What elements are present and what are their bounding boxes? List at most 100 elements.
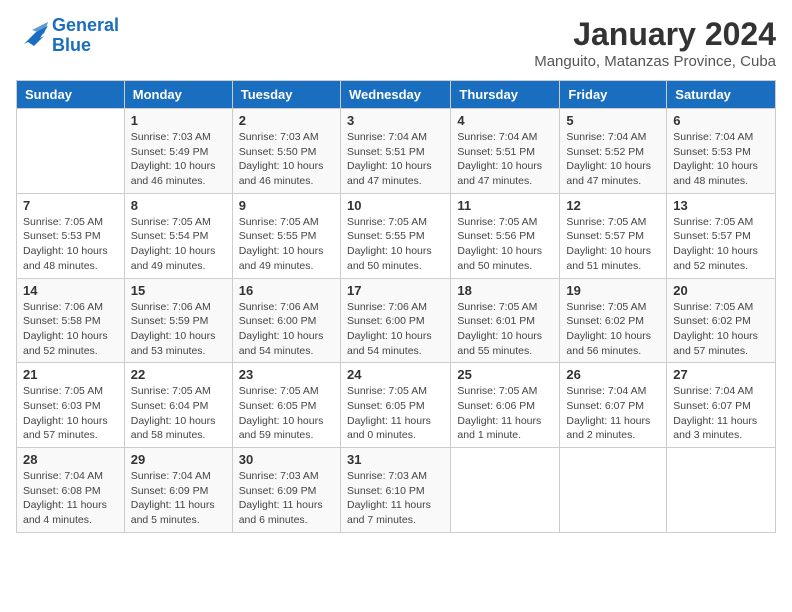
day-info: Sunrise: 7:05 AMSunset: 6:05 PMDaylight:… (347, 384, 444, 443)
calendar-cell: 25 Sunrise: 7:05 AMSunset: 6:06 PMDayligh… (451, 363, 560, 448)
day-number: 28 (23, 452, 118, 467)
page-title: January 2024 (534, 16, 776, 53)
day-of-week-header: Saturday (667, 81, 776, 109)
calendar-cell: 6 Sunrise: 7:04 AMSunset: 5:53 PMDaylight… (667, 109, 776, 194)
day-number: 12 (566, 198, 660, 213)
day-number: 24 (347, 367, 444, 382)
calendar-cell: 7Sunrise: 7:05 AMSunset: 5:53 PMDaylight… (17, 193, 125, 278)
calendar-cell: 9Sunrise: 7:05 AMSunset: 5:55 PMDaylight… (232, 193, 340, 278)
logo-icon (16, 22, 48, 50)
day-number: 18 (457, 283, 553, 298)
page-subtitle: Manguito, Matanzas Province, Cuba (534, 53, 776, 70)
day-info: Sunrise: 7:03 AMSunset: 6:09 PMDaylight:… (239, 469, 334, 528)
calendar-cell: 5Sunrise: 7:04 AMSunset: 5:52 PMDaylight… (560, 109, 667, 194)
day-number: 25 (457, 367, 553, 382)
day-of-week-header: Friday (560, 81, 667, 109)
calendar-cell: 26 Sunrise: 7:04 AMSunset: 6:07 PMDayligh… (560, 363, 667, 448)
day-info: Sunrise: 7:05 AMSunset: 6:02 PMDaylight:… (566, 300, 660, 359)
day-info: Sunrise: 7:06 AMSunset: 6:00 PMDaylight:… (347, 300, 444, 359)
day-number: 23 (239, 367, 334, 382)
day-number: 22 (131, 367, 226, 382)
calendar-cell: 15 Sunrise: 7:06 AMSunset: 5:59 PMDayligh… (124, 278, 232, 363)
calendar-cell: 14 Sunrise: 7:06 AMSunset: 5:58 PMDayligh… (17, 278, 125, 363)
day-number: 8 (131, 198, 226, 213)
calendar-cell: 2 Sunrise: 7:03 AMSunset: 5:50 PMDaylight… (232, 109, 340, 194)
calendar-cell: 10 Sunrise: 7:05 AMSunset: 5:55 PMDayligh… (340, 193, 450, 278)
day-number: 19 (566, 283, 660, 298)
day-info: Sunrise: 7:05 AMSunset: 5:56 PMDaylight:… (457, 215, 553, 274)
day-info: Sunrise: 7:04 AMSunset: 5:51 PMDaylight:… (347, 130, 444, 189)
day-info: Sunrise: 7:04 AMSunset: 5:51 PMDaylight:… (457, 130, 553, 189)
day-number: 11 (457, 198, 553, 213)
day-of-week-header: Monday (124, 81, 232, 109)
calendar-header-row: SundayMondayTuesdayWednesdayThursdayFrid… (17, 81, 776, 109)
calendar-cell: 27 Sunrise: 7:04 AMSunset: 6:07 PMDayligh… (667, 363, 776, 448)
day-info: Sunrise: 7:05 AMSunset: 6:06 PMDaylight:… (457, 384, 553, 443)
calendar-cell: 29 Sunrise: 7:04 AMSunset: 6:09 PMDayligh… (124, 448, 232, 533)
day-info: Sunrise: 7:03 AMSunset: 5:49 PMDaylight:… (131, 130, 226, 189)
calendar-cell: 19 Sunrise: 7:05 AMSunset: 6:02 PMDayligh… (560, 278, 667, 363)
day-info: Sunrise: 7:06 AMSunset: 6:00 PMDaylight:… (239, 300, 334, 359)
day-info: Sunrise: 7:06 AMSunset: 5:58 PMDaylight:… (23, 300, 118, 359)
day-info: Sunrise: 7:05 AMSunset: 5:57 PMDaylight:… (566, 215, 660, 274)
calendar-cell: 3 Sunrise: 7:04 AMSunset: 5:51 PMDaylight… (340, 109, 450, 194)
day-info: Sunrise: 7:03 AMSunset: 6:10 PMDaylight:… (347, 469, 444, 528)
day-info: Sunrise: 7:05 AMSunset: 6:04 PMDaylight:… (131, 384, 226, 443)
calendar-cell: 21 Sunrise: 7:05 AMSunset: 6:03 PMDayligh… (17, 363, 125, 448)
day-number: 21 (23, 367, 118, 382)
day-number: 26 (566, 367, 660, 382)
day-info: Sunrise: 7:06 AMSunset: 5:59 PMDaylight:… (131, 300, 226, 359)
calendar-week-row: 28Sunrise: 7:04 AMSunset: 6:08 PMDayligh… (17, 448, 776, 533)
day-number: 27 (673, 367, 769, 382)
day-number: 14 (23, 283, 118, 298)
day-info: Sunrise: 7:04 AMSunset: 6:07 PMDaylight:… (673, 384, 769, 443)
logo-text: General Blue (52, 16, 119, 56)
calendar-week-row: 21 Sunrise: 7:05 AMSunset: 6:03 PMDayligh… (17, 363, 776, 448)
day-info: Sunrise: 7:05 AMSunset: 5:54 PMDaylight:… (131, 215, 226, 274)
calendar-cell: 17 Sunrise: 7:06 AMSunset: 6:00 PMDayligh… (340, 278, 450, 363)
day-number: 3 (347, 113, 444, 128)
calendar-cell: 28Sunrise: 7:04 AMSunset: 6:08 PMDayligh… (17, 448, 125, 533)
day-number: 17 (347, 283, 444, 298)
calendar-cell: 13 Sunrise: 7:05 AMSunset: 5:57 PMDayligh… (667, 193, 776, 278)
day-of-week-header: Tuesday (232, 81, 340, 109)
calendar-cell: 4Sunrise: 7:04 AMSunset: 5:51 PMDaylight… (451, 109, 560, 194)
logo: General Blue (16, 16, 119, 56)
day-number: 29 (131, 452, 226, 467)
logo-line2: Blue (52, 35, 91, 55)
day-info: Sunrise: 7:05 AMSunset: 6:01 PMDaylight:… (457, 300, 553, 359)
calendar-cell (17, 109, 125, 194)
calendar-table: SundayMondayTuesdayWednesdayThursdayFrid… (16, 80, 776, 533)
day-info: Sunrise: 7:05 AMSunset: 5:57 PMDaylight:… (673, 215, 769, 274)
day-number: 15 (131, 283, 226, 298)
day-number: 10 (347, 198, 444, 213)
day-info: Sunrise: 7:03 AMSunset: 5:50 PMDaylight:… (239, 130, 334, 189)
day-number: 13 (673, 198, 769, 213)
calendar-cell: 31 Sunrise: 7:03 AMSunset: 6:10 PMDayligh… (340, 448, 450, 533)
logo-line1: General (52, 15, 119, 35)
day-number: 7 (23, 198, 118, 213)
day-of-week-header: Wednesday (340, 81, 450, 109)
calendar-cell: 24 Sunrise: 7:05 AMSunset: 6:05 PMDayligh… (340, 363, 450, 448)
calendar-cell (451, 448, 560, 533)
day-info: Sunrise: 7:04 AMSunset: 6:09 PMDaylight:… (131, 469, 226, 528)
day-info: Sunrise: 7:05 AMSunset: 5:55 PMDaylight:… (347, 215, 444, 274)
day-number: 9 (239, 198, 334, 213)
calendar-week-row: 7Sunrise: 7:05 AMSunset: 5:53 PMDaylight… (17, 193, 776, 278)
calendar-week-row: 14 Sunrise: 7:06 AMSunset: 5:58 PMDayligh… (17, 278, 776, 363)
calendar-cell: 11 Sunrise: 7:05 AMSunset: 5:56 PMDayligh… (451, 193, 560, 278)
day-info: Sunrise: 7:05 AMSunset: 6:02 PMDaylight:… (673, 300, 769, 359)
day-of-week-header: Sunday (17, 81, 125, 109)
day-number: 31 (347, 452, 444, 467)
calendar-cell: 22 Sunrise: 7:05 AMSunset: 6:04 PMDayligh… (124, 363, 232, 448)
day-number: 2 (239, 113, 334, 128)
day-info: Sunrise: 7:04 AMSunset: 6:07 PMDaylight:… (566, 384, 660, 443)
day-info: Sunrise: 7:04 AMSunset: 5:53 PMDaylight:… (673, 130, 769, 189)
day-info: Sunrise: 7:05 AMSunset: 6:05 PMDaylight:… (239, 384, 334, 443)
day-number: 1 (131, 113, 226, 128)
day-number: 6 (673, 113, 769, 128)
day-number: 16 (239, 283, 334, 298)
calendar-week-row: 1 Sunrise: 7:03 AMSunset: 5:49 PMDaylight… (17, 109, 776, 194)
day-info: Sunrise: 7:05 AMSunset: 6:03 PMDaylight:… (23, 384, 118, 443)
calendar-cell (560, 448, 667, 533)
